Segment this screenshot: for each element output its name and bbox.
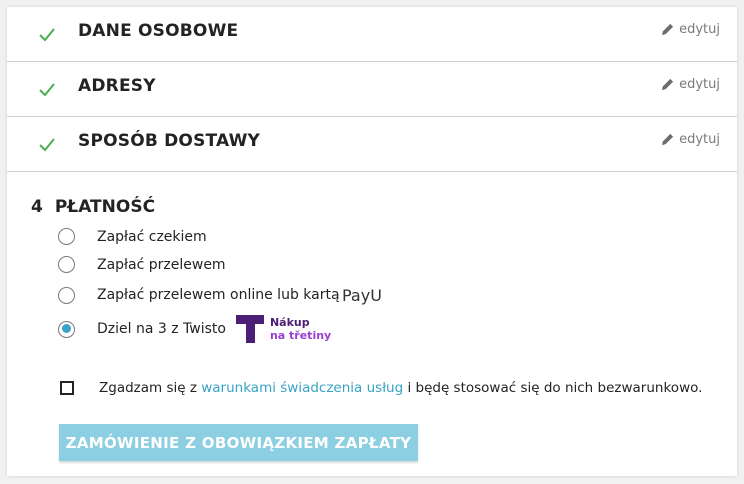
checkout-panel: DANE OSOBOWE edytuj ADRESY edytuj SPOSÓB…	[7, 7, 737, 476]
payu-logo-text: PayU	[342, 286, 382, 305]
step-title: DANE OSOBOWE	[78, 21, 239, 41]
payment-title: PŁATNOŚĆ	[54, 197, 156, 217]
edit-link[interactable]: edytuj	[661, 132, 720, 147]
edit-label: edytuj	[679, 77, 720, 92]
option-label: Dziel na 3 z Twisto	[97, 321, 226, 337]
edit-link[interactable]: edytuj	[661, 77, 720, 92]
radio-button[interactable]	[58, 286, 75, 304]
pencil-icon	[662, 23, 674, 36]
option-label: Zapłać przelewem online lub kartą	[97, 287, 340, 303]
option-label: Zapłać czekiem	[97, 228, 207, 245]
radio-button[interactable]	[58, 228, 75, 245]
checkmark-icon	[39, 138, 55, 152]
edit-label: edytuj	[679, 132, 720, 147]
payment-heading: 4 PŁATNOŚĆ	[31, 197, 155, 217]
step-title: ADRESY	[78, 76, 156, 96]
terms-agreement: Zgadzam się z warunkami świadczenia usłu…	[60, 380, 702, 396]
checkmark-icon	[39, 83, 55, 97]
step-personal-data: DANE OSOBOWE edytuj	[7, 7, 737, 62]
edit-link[interactable]: edytuj	[661, 22, 720, 37]
pencil-icon	[662, 133, 674, 146]
step-delivery: SPOSÓB DOSTAWY edytuj	[7, 117, 737, 172]
pencil-icon	[662, 78, 674, 91]
radio-button-selected[interactable]	[58, 320, 75, 338]
twisto-tagline: Nákup na třetiny	[270, 316, 331, 342]
twisto-tagline-line2: na třetiny	[269, 329, 332, 342]
edit-label: edytuj	[679, 22, 720, 37]
terms-checkbox[interactable]	[60, 381, 74, 395]
payment-option-transfer[interactable]: Zapłać przelewem	[58, 256, 226, 273]
radio-button[interactable]	[58, 256, 75, 273]
twisto-tagline-line1: Nákup	[269, 316, 310, 329]
payment-option-twisto[interactable]: Dziel na 3 z Twisto Nákup na třetiny	[58, 315, 331, 343]
option-label: Zapłać przelewem	[97, 256, 226, 273]
twisto-logo: Nákup na třetiny	[235, 315, 331, 343]
step-number: 4	[31, 197, 43, 217]
payu-logo: PayU	[342, 286, 382, 305]
submit-order-button[interactable]: ZAMÓWIENIE Z OBOWIĄZKIEM ZAPŁATY	[59, 424, 418, 461]
step-addresses: ADRESY edytuj	[7, 62, 737, 117]
step-title: SPOSÓB DOSTAWY	[78, 131, 261, 151]
payment-option-payu[interactable]: Zapłać przelewem online lub kartą PayU	[58, 282, 396, 308]
payment-option-check[interactable]: Zapłać czekiem	[58, 228, 207, 245]
checkmark-icon	[39, 28, 55, 42]
twisto-t-icon	[235, 315, 264, 343]
terms-text: Zgadzam się z warunkami świadczenia usłu…	[99, 380, 703, 396]
terms-link[interactable]: warunkami świadczenia usług	[201, 380, 403, 396]
